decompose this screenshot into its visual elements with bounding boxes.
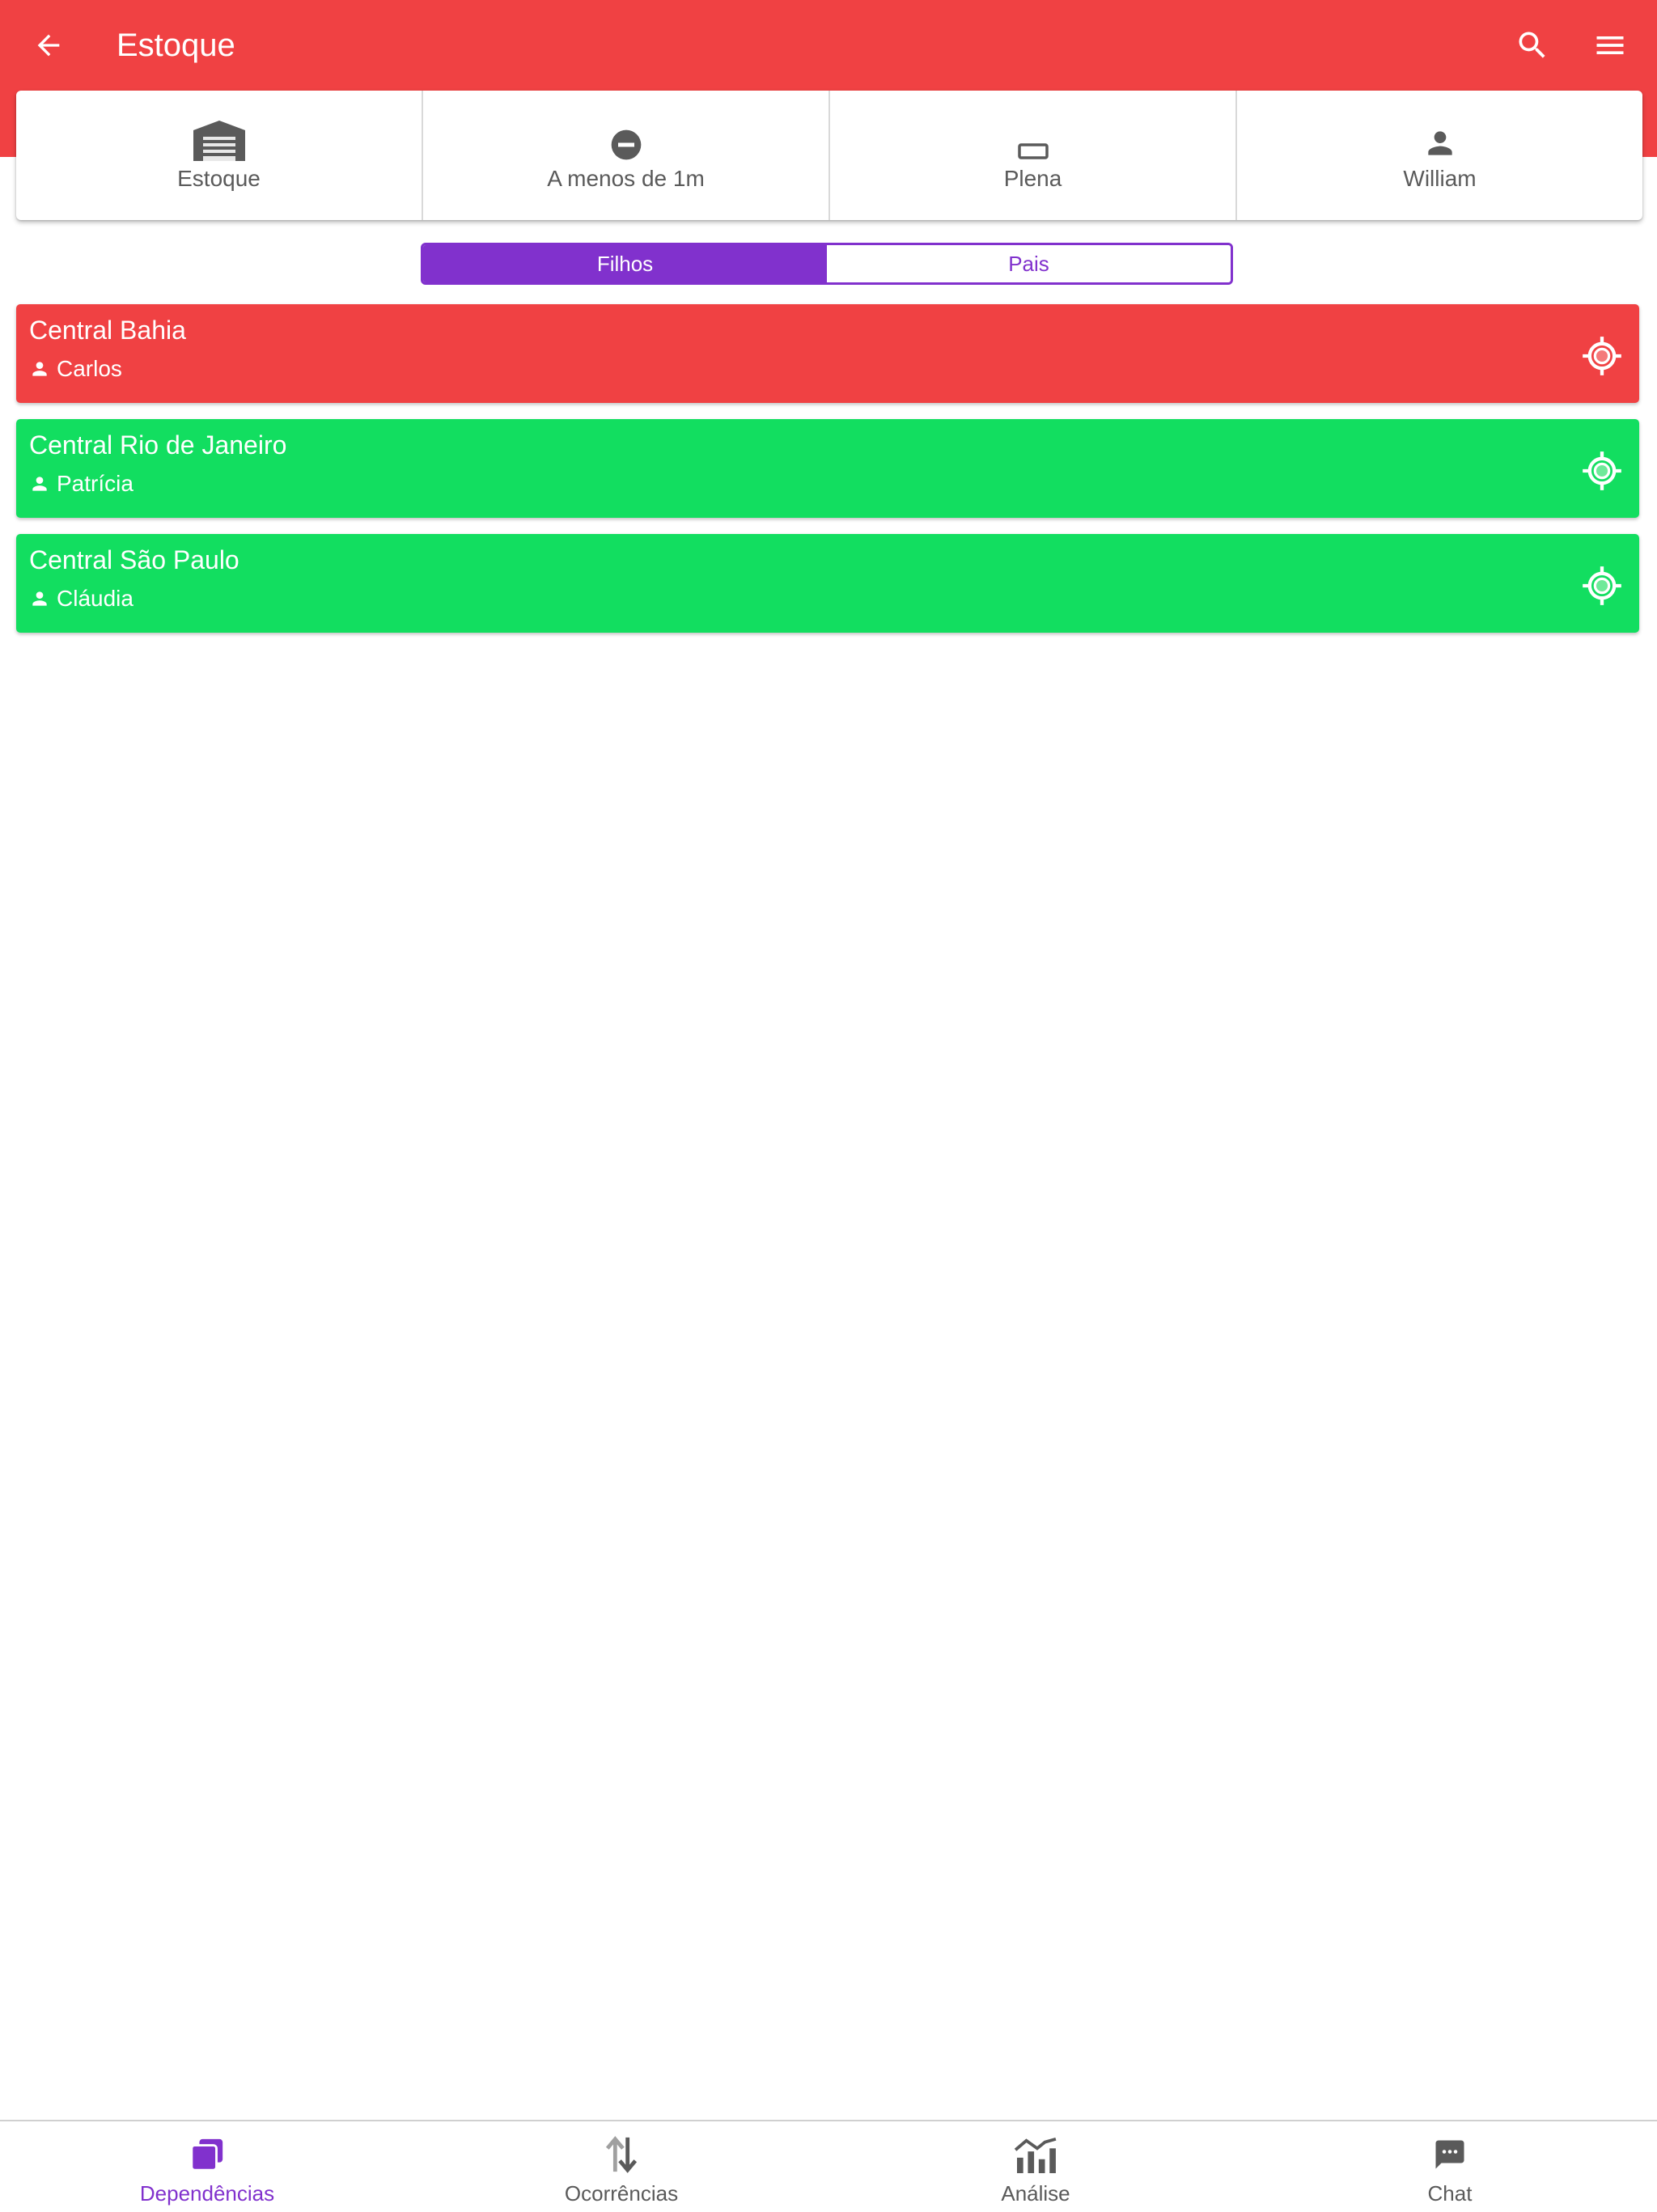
gps-target-icon[interactable] xyxy=(1581,450,1623,492)
tab-label: Dependências xyxy=(139,2181,275,2206)
tab-label: Análise xyxy=(1001,2181,1070,2206)
item-person: Carlos xyxy=(29,356,122,382)
menu-button[interactable] xyxy=(1584,19,1636,71)
person-icon xyxy=(32,362,47,376)
layers-icon xyxy=(190,2138,223,2172)
page-title: Estoque xyxy=(117,28,235,63)
item-person-name: Carlos xyxy=(57,356,122,381)
tab-analise[interactable]: Análise xyxy=(828,2121,1243,2212)
info-type[interactable]: Estoque xyxy=(16,91,423,220)
info-type-label: Estoque xyxy=(177,166,261,191)
person-icon xyxy=(1427,131,1452,155)
list-item[interactable]: Central São Paulo Cláudia xyxy=(16,534,1639,633)
item-name: Central Bahia xyxy=(29,316,186,345)
search-icon xyxy=(1519,32,1545,58)
list-item[interactable]: Central Bahia Carlos xyxy=(16,304,1639,403)
item-person-name: Patrícia xyxy=(57,471,133,496)
person-icon xyxy=(32,591,47,606)
battery-rectangle-icon xyxy=(1017,143,1049,159)
segment-filhos[interactable]: Filhos xyxy=(423,245,827,282)
item-person: Cláudia xyxy=(29,586,133,612)
swap-vertical-icon xyxy=(605,2136,638,2173)
tab-label: Ocorrências xyxy=(564,2181,679,2206)
chat-icon xyxy=(1435,2140,1464,2169)
info-battery-label: Plena xyxy=(1003,166,1062,191)
gps-target-icon[interactable] xyxy=(1581,335,1623,377)
arrow-back-icon xyxy=(37,34,60,57)
info-battery[interactable]: Plena xyxy=(830,91,1237,220)
list-item[interactable]: Central Rio de Janeiro Patrícia xyxy=(16,419,1639,518)
bottom-navigation: Dependências Ocorrências Análise Chat xyxy=(0,2120,1657,2212)
tab-dependencias[interactable]: Dependências xyxy=(0,2121,414,2212)
person-icon xyxy=(32,477,47,491)
item-name: Central São Paulo xyxy=(29,545,239,574)
item-name: Central Rio de Janeiro xyxy=(29,430,287,460)
search-button[interactable] xyxy=(1507,19,1558,71)
info-time[interactable]: A menos de 1m xyxy=(423,91,830,220)
info-user-label: William xyxy=(1403,166,1477,191)
minus-circle-icon xyxy=(611,129,641,160)
tab-chat[interactable]: Chat xyxy=(1243,2121,1657,2212)
item-person: Patrícia xyxy=(29,471,133,497)
segment-control: Filhos Pais xyxy=(421,243,1233,285)
back-button[interactable] xyxy=(23,19,74,71)
info-time-label: A menos de 1m xyxy=(547,166,705,191)
info-card: Estoque A menos de 1m Plena William xyxy=(16,91,1642,220)
tab-ocorrencias[interactable]: Ocorrências xyxy=(414,2121,828,2212)
analytics-icon xyxy=(1014,2137,1057,2173)
segment-pais[interactable]: Pais xyxy=(827,245,1231,282)
menu-icon xyxy=(1596,36,1624,54)
tab-label: Chat xyxy=(1427,2181,1473,2206)
info-user[interactable]: William xyxy=(1237,91,1642,220)
warehouse-icon xyxy=(193,121,245,161)
item-person-name: Cláudia xyxy=(57,586,133,611)
gps-target-icon[interactable] xyxy=(1581,565,1623,607)
